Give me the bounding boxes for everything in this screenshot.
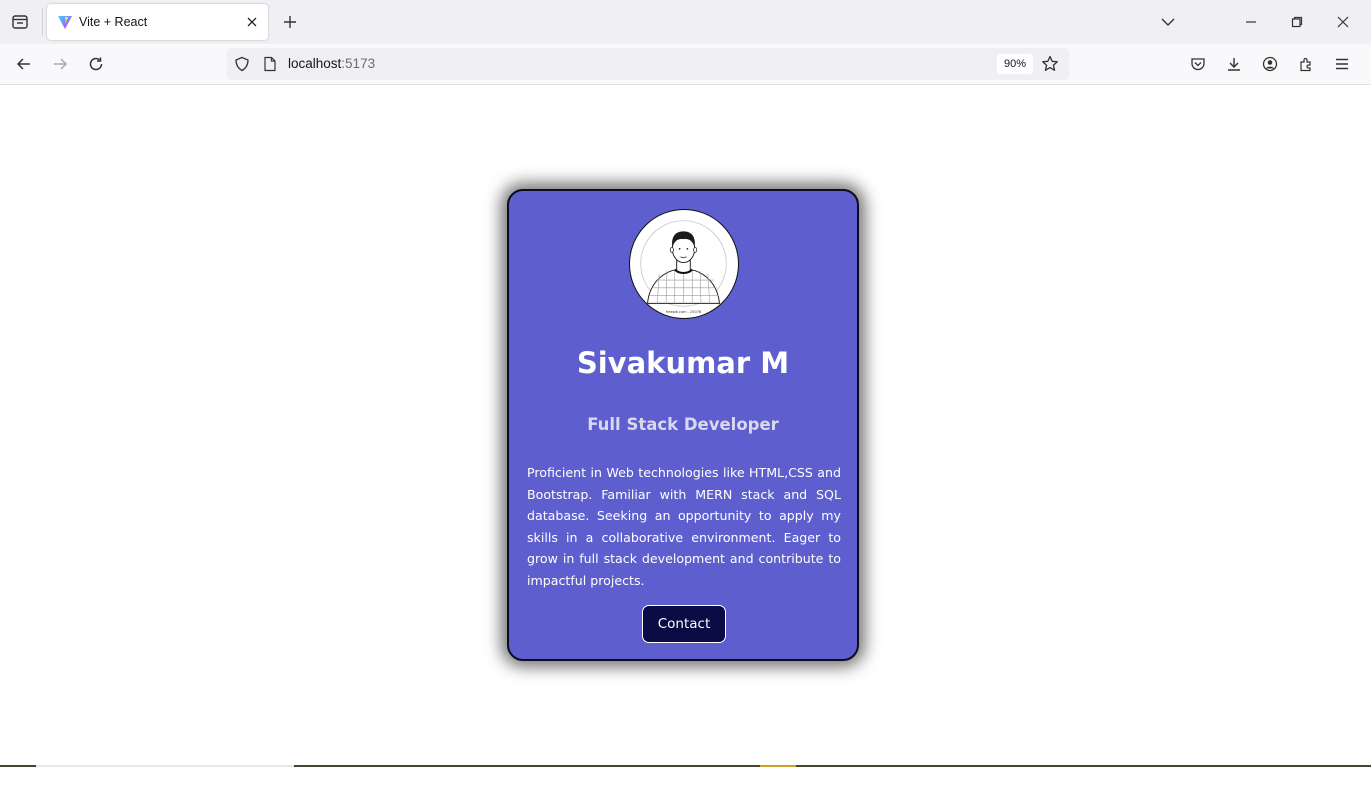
profile-description: Proficient in Web technologies like HTML… [527, 465, 841, 588]
person-illustration-icon: freepik.com - 25078 [640, 220, 727, 314]
back-icon[interactable] [12, 52, 36, 76]
url-text[interactable]: localhost:5173 [288, 56, 375, 71]
tab-bar: Vite + React [0, 0, 1371, 44]
bottom-border-line [0, 765, 1371, 767]
bottom-line-segment [36, 765, 294, 767]
list-all-tabs-icon[interactable] [1156, 10, 1180, 34]
profile-role: Full Stack Developer [587, 415, 779, 434]
tab-title: Vite + React [79, 15, 148, 29]
vite-logo-icon [58, 16, 72, 29]
restore-icon[interactable] [1285, 10, 1309, 34]
page-icon[interactable] [262, 56, 278, 72]
bottom-line-accent [760, 765, 796, 767]
url-host: localhost [288, 56, 342, 71]
profile-name: Sivakumar M [576, 346, 790, 380]
close-tab-icon[interactable] [240, 10, 264, 34]
tab-separator [42, 8, 43, 36]
avatar-watermark: freepik.com - 25078 [666, 310, 701, 314]
url-bar[interactable]: localhost:5173 90% [227, 48, 1069, 80]
contact-button[interactable]: Contact [642, 605, 726, 643]
avatar: freepik.com - 25078 [629, 209, 739, 319]
reload-icon[interactable] [84, 52, 108, 76]
zoom-level-badge[interactable]: 90% [997, 54, 1033, 74]
tab-overview-icon[interactable] [8, 10, 32, 34]
close-window-icon[interactable] [1331, 10, 1355, 34]
extensions-icon[interactable] [1294, 52, 1318, 76]
menu-icon[interactable] [1330, 52, 1354, 76]
pocket-icon[interactable] [1186, 52, 1210, 76]
profile-card: freepik.com - 25078 Sivakumar M Full Sta… [507, 189, 859, 661]
account-icon[interactable] [1258, 52, 1282, 76]
bookmark-star-icon[interactable] [1041, 55, 1059, 73]
url-port: :5173 [341, 56, 376, 71]
browser-tab[interactable]: Vite + React [47, 4, 268, 40]
new-tab-icon[interactable] [278, 10, 302, 34]
shield-icon[interactable] [234, 56, 250, 72]
navigation-toolbar: localhost:5173 90% [0, 44, 1371, 85]
downloads-icon[interactable] [1222, 52, 1246, 76]
minimize-icon[interactable] [1239, 10, 1263, 34]
forward-icon[interactable] [48, 52, 72, 76]
